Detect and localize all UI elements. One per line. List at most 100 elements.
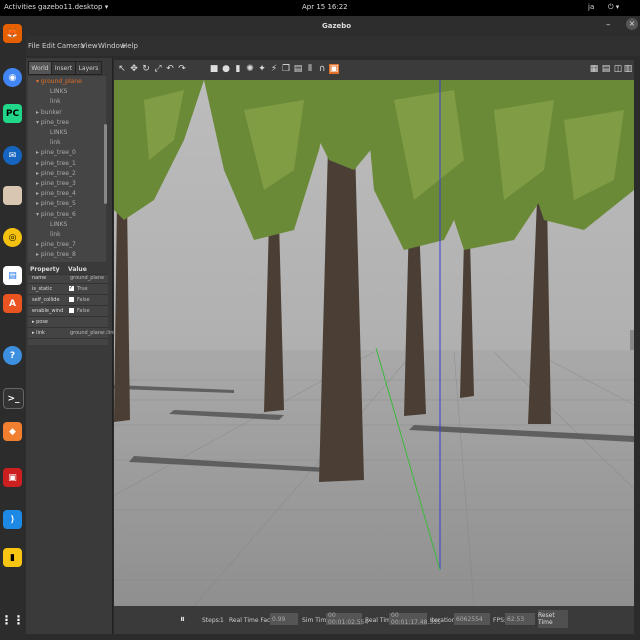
tree-item[interactable]: LINKS: [50, 221, 67, 230]
scene-render: [114, 80, 634, 606]
checkbox[interactable]: ✓: [69, 286, 74, 291]
tree-item[interactable]: ▸ pine_tree_7: [36, 241, 76, 250]
tree-item[interactable]: ▸ bunker: [36, 109, 62, 118]
clock[interactable]: Apr 15 16:22: [302, 3, 348, 11]
tree-item[interactable]: ▸ pine_tree_1: [36, 160, 76, 169]
fps-value: 62.53: [505, 613, 535, 625]
log-icon[interactable]: ▤: [601, 64, 611, 74]
tree-item[interactable]: link: [50, 139, 61, 148]
app-menu[interactable]: gazebo11.desktop ▾: [38, 3, 108, 11]
tree-item[interactable]: ▸ pine_tree_4: [36, 190, 76, 199]
property-value: False: [77, 297, 90, 303]
dock: 🦊 ◉ PC ✉ ◎ ▤ A ? >_ ◆ ▣ ⟩ ▮ ⋮⋮: [0, 16, 26, 640]
select-icon[interactable]: ↖: [117, 64, 127, 74]
tab-world[interactable]: World: [28, 61, 52, 75]
files-icon[interactable]: [3, 186, 22, 205]
scene-viewport[interactable]: [114, 80, 634, 606]
thunderbird-icon[interactable]: ✉: [3, 146, 22, 165]
show-apps-icon[interactable]: ⋮⋮: [1, 610, 25, 629]
property-value: True: [77, 286, 88, 292]
paste-icon[interactable]: ▤: [293, 64, 303, 74]
tree-item[interactable]: ▸ pine_tree_5: [36, 200, 76, 209]
box-icon[interactable]: ■: [209, 64, 219, 74]
user-name[interactable]: ja: [588, 3, 594, 11]
help-icon[interactable]: ?: [3, 346, 22, 365]
property-row[interactable]: ▸ link ground_plane::link: [28, 329, 116, 339]
change-view-icon[interactable]: ▣: [329, 64, 339, 74]
property-value: False: [77, 308, 90, 314]
tree-item[interactable]: ▾ pine_tree: [36, 119, 69, 128]
rhythmbox-icon[interactable]: ◎: [3, 228, 22, 247]
copy-icon[interactable]: ❐: [281, 64, 291, 74]
menu-file[interactable]: File: [28, 42, 40, 50]
checkbox[interactable]: [69, 297, 74, 302]
plot-icon[interactable]: ▥: [623, 64, 633, 74]
minimize-icon[interactable]: –: [606, 20, 611, 30]
steps-value[interactable]: 1: [220, 617, 224, 624]
scale-icon[interactable]: ⤢: [153, 64, 163, 74]
property-row[interactable]: name ground_plane: [28, 274, 108, 284]
redo-icon[interactable]: ↷: [177, 64, 187, 74]
tree-item[interactable]: LINKS: [50, 129, 67, 138]
tree-item[interactable]: ▾ pine_tree_6: [36, 211, 76, 220]
tab-layers[interactable]: Layers: [75, 61, 102, 75]
app-red-icon[interactable]: ▣: [3, 468, 22, 487]
system-menu[interactable]: ⏻ ▾: [608, 3, 619, 12]
fps-label: FPS:: [493, 617, 506, 624]
vscode-icon[interactable]: ⟩: [3, 510, 22, 529]
menu-help[interactable]: Help: [122, 42, 138, 50]
property-header-name: Property: [30, 266, 60, 273]
tree-item[interactable]: ▸ pine_tree_2: [36, 170, 76, 179]
world-tree: ▾ ground_plane LINKS link ▸ bunker ▾ pine_tr…: [28, 76, 106, 262]
sun-icon[interactable]: ✺: [245, 64, 255, 74]
spot-light-icon[interactable]: ⚡: [269, 64, 279, 74]
record-icon[interactable]: ◫: [613, 64, 623, 74]
pycharm-icon[interactable]: PC: [3, 104, 22, 123]
align-icon[interactable]: ⫴: [305, 64, 315, 74]
pause-icon[interactable]: ⏸: [180, 614, 185, 625]
tree-item[interactable]: LINKS: [50, 88, 67, 97]
property-row[interactable]: enable_wind False: [28, 307, 108, 317]
menu-bar: File Edit Camera View Window Help: [26, 36, 640, 56]
snap-icon[interactable]: ∩: [317, 64, 327, 74]
close-icon[interactable]: ×: [626, 18, 638, 30]
property-table: Property Value name ground_plane is_static…: [28, 265, 116, 345]
sphere-icon[interactable]: ●: [221, 64, 231, 74]
terminal-icon[interactable]: >_: [3, 388, 24, 409]
cylinder-icon[interactable]: ▮: [233, 64, 243, 74]
rtf-value: 0.99: [270, 613, 298, 625]
scene-toolbar: ↖ ✥ ↻ ⤢ ↶ ↷ ■ ● ▮ ✺ ✦ ⚡ ❐ ▤ ⫴ ∩ ▣ ▦ ▤ ◫ …: [114, 60, 634, 80]
reset-time-button[interactable]: Reset Time: [538, 610, 568, 628]
tree-item[interactable]: link: [50, 98, 61, 107]
tab-insert[interactable]: Insert: [51, 61, 76, 75]
iterations-value: 6062554: [454, 613, 490, 625]
sim-status-bar: ⏸ Steps: 1 Real Time Factor: 0.99 Sim Ti…: [114, 606, 634, 634]
property-value: ground_plane::link: [70, 330, 117, 336]
activities-button[interactable]: Activities: [4, 3, 36, 11]
menu-view[interactable]: View: [81, 42, 98, 50]
writer-icon[interactable]: ▤: [3, 266, 22, 285]
tree-item[interactable]: ▸ pine_tree_0: [36, 149, 76, 158]
checkbox[interactable]: [69, 308, 74, 313]
gazebo-icon[interactable]: ◆: [3, 422, 22, 441]
menu-edit[interactable]: Edit: [42, 42, 56, 50]
tree-item[interactable]: ▸ pine_tree_3: [36, 180, 76, 189]
viewport-splitter[interactable]: [630, 330, 634, 350]
tree-scrollbar[interactable]: [104, 124, 107, 204]
property-row[interactable]: ▸ pose: [28, 318, 108, 328]
screenshot-icon[interactable]: ▦: [589, 64, 599, 74]
tree-item[interactable]: ▾ ground_plane: [36, 78, 82, 87]
notes-icon[interactable]: ▮: [3, 548, 22, 567]
rotate-icon[interactable]: ↻: [141, 64, 151, 74]
property-row[interactable]: self_collide False: [28, 296, 108, 306]
tree-item[interactable]: link: [50, 231, 61, 240]
translate-icon[interactable]: ✥: [129, 64, 139, 74]
tree-item[interactable]: ▸ pine_tree_8: [36, 251, 76, 260]
property-row[interactable]: is_static ✓ True: [28, 285, 108, 295]
software-icon[interactable]: A: [3, 294, 22, 313]
undo-icon[interactable]: ↶: [165, 64, 175, 74]
chrome-icon[interactable]: ◉: [3, 68, 22, 87]
point-light-icon[interactable]: ✦: [257, 64, 267, 74]
firefox-icon[interactable]: 🦊: [3, 24, 22, 43]
property-name: ▸ link: [32, 330, 45, 336]
